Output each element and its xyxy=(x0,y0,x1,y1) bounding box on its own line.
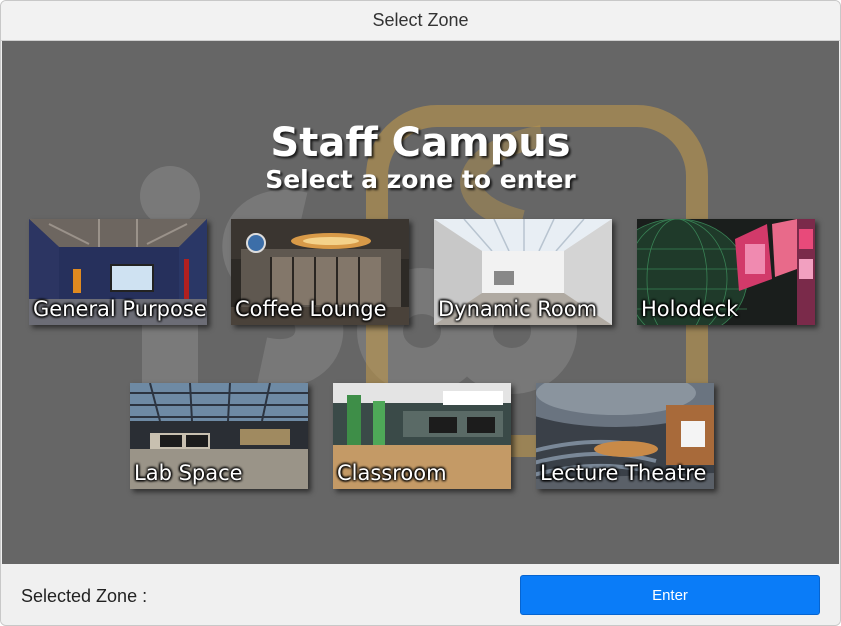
zone-tile-coffee-lounge[interactable]: Coffee Lounge xyxy=(231,219,409,325)
selected-zone-label: Selected Zone : xyxy=(21,586,148,606)
zone-label: Classroom xyxy=(337,461,447,485)
zone-tile-general-purpose[interactable]: General Purpose xyxy=(29,219,207,325)
zone-label: Lecture Theatre xyxy=(540,461,707,485)
select-zone-window: Select Zone Staff Campus Select a zone t… xyxy=(0,0,841,626)
zone-label: Coffee Lounge xyxy=(235,297,387,321)
zone-label: Dynamic Room xyxy=(438,297,598,321)
zone-tile-lab-space[interactable]: Lab Space xyxy=(130,383,308,489)
heading: Staff Campus Select a zone to enter xyxy=(2,119,839,195)
zone-label: Holodeck xyxy=(641,297,739,321)
zone-tile-lecture-theatre[interactable]: Lecture Theatre xyxy=(536,383,714,489)
page-title: Staff Campus xyxy=(270,120,571,166)
zone-tile-dynamic-room[interactable]: Dynamic Room xyxy=(434,219,612,325)
window-title: Select Zone xyxy=(1,1,840,41)
zone-label: Lab Space xyxy=(134,461,243,485)
enter-button[interactable]: Enter xyxy=(520,575,820,615)
page-subtitle: Select a zone to enter xyxy=(265,165,576,194)
zone-label: General Purpose xyxy=(33,297,207,321)
footer-bar: Selected Zone : Enter xyxy=(1,564,840,625)
zone-tile-holodeck[interactable]: Holodeck xyxy=(637,219,815,325)
zone-stage: Staff Campus Select a zone to enter Gene… xyxy=(2,41,839,564)
zone-tile-classroom[interactable]: Classroom xyxy=(333,383,511,489)
